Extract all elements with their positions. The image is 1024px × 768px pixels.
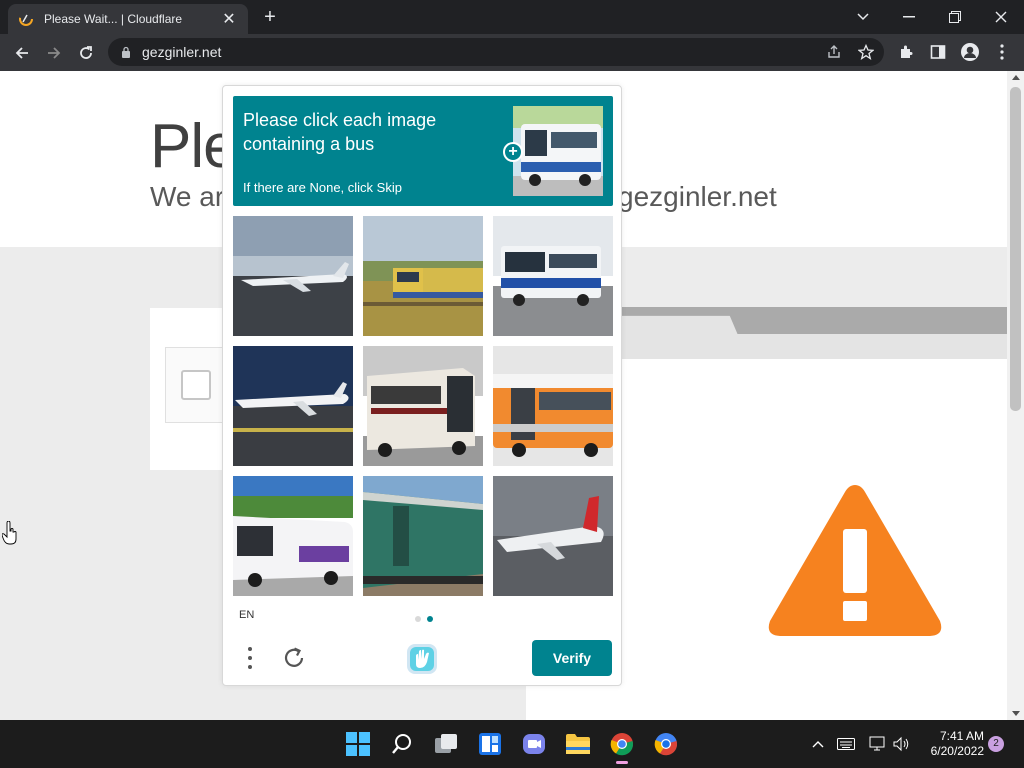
tile-1-airplane[interactable] [233, 216, 353, 336]
page-scrollbar[interactable] [1007, 71, 1024, 720]
hand-cursor-icon [2, 521, 17, 545]
network-icon[interactable] [868, 734, 888, 754]
tile-9-airplane[interactable] [493, 476, 613, 596]
page-dot-1 [415, 616, 421, 622]
tile-5-bus[interactable] [363, 346, 483, 466]
start-icon[interactable] [342, 728, 374, 760]
tab-title: Please Wait... | Cloudflare [44, 12, 183, 26]
widgets-icon[interactable] [474, 728, 506, 760]
keyboard-icon[interactable] [836, 734, 856, 754]
tile-6-bus[interactable] [493, 346, 613, 466]
show-hidden-icons-icon[interactable] [808, 734, 828, 754]
extensions-icon[interactable] [894, 40, 918, 64]
tab-search-icon[interactable] [840, 0, 886, 34]
task-view-icon[interactable] [430, 728, 462, 760]
url-text: gezginler.net [142, 44, 222, 60]
search-icon[interactable] [386, 728, 418, 760]
prompt-hint: If there are None, click Skip [243, 180, 402, 195]
language-selector[interactable]: EN [239, 609, 254, 621]
tile-2-train[interactable] [363, 216, 483, 336]
image-grid [233, 216, 613, 596]
back-icon[interactable] [8, 39, 36, 67]
forward-icon[interactable] [40, 39, 68, 67]
page-subheading-left: We ar [150, 181, 225, 212]
profile-avatar-icon[interactable] [958, 40, 982, 64]
reload-icon[interactable] [72, 39, 100, 67]
windows-taskbar: 7:41 AM 6/20/2022 2 [0, 720, 1024, 768]
minimize-icon[interactable] [886, 0, 932, 34]
page-viewport: Ple We ar gezginler.net Please click eac… [0, 71, 1007, 720]
zoom-plus-icon[interactable]: + [503, 142, 523, 162]
example-bus-image[interactable] [513, 106, 603, 196]
restore-icon[interactable] [932, 0, 978, 34]
tile-3-bus[interactable] [493, 216, 613, 336]
browser-titlebar: Please Wait... | Cloudflare ✕ + [0, 0, 1024, 34]
prompt-text: Please click each image containing a bus [243, 110, 437, 154]
page-dot-2 [427, 616, 433, 622]
tab-close-icon[interactable]: ✕ [220, 9, 238, 29]
warning-icon [768, 485, 942, 636]
close-window-icon[interactable] [978, 0, 1024, 34]
scroll-thumb[interactable] [1010, 87, 1021, 411]
volume-icon[interactable] [892, 734, 912, 754]
scroll-down-icon[interactable] [1012, 711, 1020, 716]
browser-toolbar: gezginler.net [0, 34, 1024, 71]
bookmark-star-icon[interactable] [854, 40, 878, 64]
lock-icon[interactable] [120, 46, 132, 58]
tile-4-airplane[interactable] [233, 346, 353, 466]
page-indicator [415, 616, 433, 622]
system-clock[interactable]: 7:41 AM 6/20/2022 [912, 729, 984, 759]
side-panel-icon[interactable] [926, 40, 950, 64]
more-options-icon[interactable] [241, 644, 259, 672]
hcaptcha-logo-icon[interactable] [405, 642, 439, 676]
clock-time: 7:41 AM [939, 729, 984, 743]
cloudflare-loading-icon [19, 12, 33, 26]
file-explorer-icon[interactable] [562, 728, 594, 760]
tile-8-train[interactable] [363, 476, 483, 596]
chrome-icon[interactable] [606, 728, 638, 764]
scroll-up-icon[interactable] [1012, 75, 1020, 80]
page-subheading-right: gezginler.net [618, 181, 777, 212]
browser-tab[interactable]: Please Wait... | Cloudflare ✕ [8, 4, 248, 34]
share-icon[interactable] [822, 40, 846, 64]
tile-7-bus[interactable] [233, 476, 353, 596]
chrome-beta-icon[interactable] [650, 728, 682, 760]
address-bar[interactable]: gezginler.net [108, 38, 884, 66]
verify-button[interactable]: Verify [532, 640, 612, 676]
notification-badge[interactable]: 2 [988, 736, 1004, 752]
chat-icon[interactable] [518, 728, 550, 760]
clock-date: 6/20/2022 [930, 744, 984, 758]
refresh-challenge-icon[interactable] [281, 645, 307, 671]
browser-menu-icon[interactable] [990, 40, 1014, 64]
new-tab-icon[interactable]: + [258, 6, 282, 28]
challenge-prompt: Please click each image containing a bus… [233, 96, 613, 206]
hcaptcha-challenge: Please click each image containing a bus… [222, 85, 622, 686]
captcha-checkbox[interactable] [181, 370, 211, 400]
